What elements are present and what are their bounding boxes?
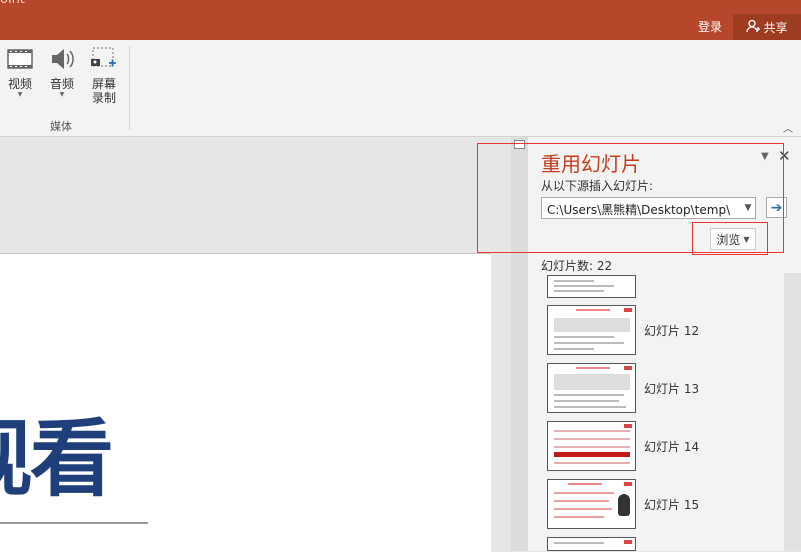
ribbon: 视频 ▼ 音频 ▼ 屏幕 录制 媒体 ︿	[0, 40, 801, 137]
screen-record-label-1: 屏幕	[91, 77, 116, 91]
video-label: 视频	[7, 77, 32, 91]
person-icon	[746, 19, 761, 36]
list-item[interactable]: 幻灯片 14	[547, 421, 767, 471]
share-label: 共享	[763, 20, 788, 35]
thumbnail-label: 幻灯片 15	[644, 497, 700, 512]
slide-count: 幻灯片数: 22	[541, 259, 613, 273]
screen-record-label-2: 录制	[91, 91, 116, 105]
slide-thumbnail[interactable]	[547, 479, 636, 529]
list-item[interactable]: 幻灯片 15	[547, 479, 767, 529]
screen-recording-button[interactable]: 屏幕 录制	[90, 44, 118, 105]
chevron-down-icon: ▼	[59, 91, 65, 98]
audio-label: 音频	[49, 77, 74, 91]
login-link[interactable]: 登录	[698, 18, 722, 35]
media-group-label: 媒体	[50, 120, 72, 133]
slide-thumbnail[interactable]	[547, 275, 636, 298]
browse-highlight-box	[692, 222, 768, 255]
screen-record-icon	[90, 44, 118, 77]
collapse-ribbon-icon[interactable]: ︿	[783, 120, 793, 135]
slide-divider	[0, 522, 148, 524]
slide-thumbnail[interactable]	[547, 537, 636, 551]
video-button[interactable]: 视频 ▼	[6, 44, 34, 99]
thumbnail-label: 幻灯片 12	[644, 323, 700, 338]
list-item[interactable]: 幻灯片 13	[547, 363, 767, 413]
slide-big-text: 观看	[0, 410, 114, 508]
window-title: oint	[0, 0, 25, 7]
pane-scrollbar[interactable]	[784, 273, 801, 551]
slide-thumbnail[interactable]	[547, 305, 636, 355]
thumbnail-label: 幻灯片 13	[644, 381, 700, 396]
list-item[interactable]	[547, 275, 767, 298]
thumbnail-label: 幻灯片 14	[644, 439, 700, 454]
audio-button[interactable]: 音频 ▼	[48, 44, 76, 99]
title-bar: oint 登录 共享	[0, 0, 801, 40]
slide-thumbnail[interactable]	[547, 363, 636, 413]
group-divider	[129, 46, 130, 130]
share-button[interactable]: 共享	[733, 14, 801, 40]
speaker-icon	[48, 44, 76, 77]
chevron-down-icon: ▼	[17, 91, 23, 98]
list-item[interactable]	[547, 537, 767, 551]
current-slide[interactable]: 观看	[0, 253, 491, 552]
list-item[interactable]: 幻灯片 12	[547, 305, 767, 355]
video-icon	[6, 44, 34, 77]
slide-editor: 观看	[0, 137, 528, 552]
slide-thumbnail[interactable]	[547, 421, 636, 471]
